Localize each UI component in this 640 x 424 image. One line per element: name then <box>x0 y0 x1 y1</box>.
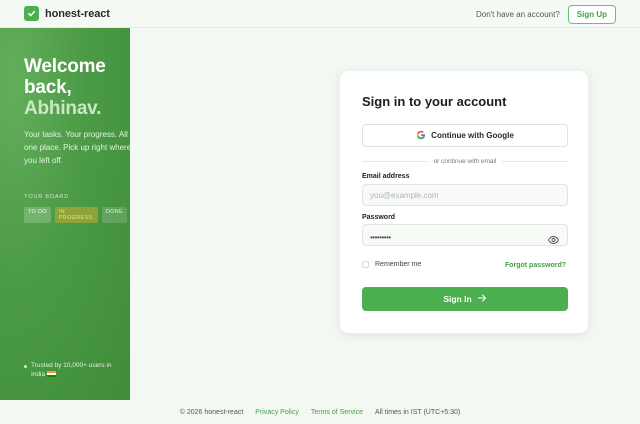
india-flag-icon <box>46 371 56 378</box>
welcome-line-1: Welcome <box>24 56 106 77</box>
user-name: Abhinav. <box>24 98 102 119</box>
google-icon <box>416 130 426 142</box>
welcome-panel: Welcome back, Abhinav. Your tasks. Your … <box>0 28 130 400</box>
tag-todo: TO DO <box>24 207 51 223</box>
or-divider: or continue with email <box>362 156 568 166</box>
google-sign-in-button[interactable]: Continue with Google <box>362 124 568 147</box>
sign-in-label: Sign In <box>443 294 472 304</box>
privacy-policy-link[interactable]: Privacy Policy <box>255 409 299 416</box>
bullet-dot-icon <box>24 365 27 368</box>
account-prompt: Don't have an account? <box>475 10 560 19</box>
brand-logo[interactable]: honest-react <box>24 6 110 21</box>
trusted-badge: Trusted by 10,000+ users in India <box>24 361 114 379</box>
sign-in-title: Sign in to your account <box>362 94 507 109</box>
eye-icon[interactable] <box>547 231 560 244</box>
welcome-heading: Welcome back, Abhinav. <box>24 56 130 119</box>
check-icon <box>24 6 39 21</box>
forgot-password-link[interactable]: Forgot password? <box>505 262 566 269</box>
email-label: Email address <box>362 173 410 180</box>
sign-in-button[interactable]: Sign In <box>362 287 568 311</box>
welcome-subtitle: Your tasks. Your progress. All in one pl… <box>24 130 130 165</box>
sign-in-card: Sign in to your account Continue with Go… <box>339 70 589 334</box>
remember-me-label: Remember me <box>375 261 422 268</box>
google-button-label: Continue with Google <box>431 131 514 140</box>
header-actions: Don't have an account? Sign Up <box>476 5 616 24</box>
board-tags: TO DO IN PROGRESS DONE <box>24 207 127 223</box>
trusted-text: Trusted by 10,000+ users in India <box>31 362 112 378</box>
email-field[interactable] <box>362 184 568 206</box>
password-mask: ••••••••• <box>370 233 391 242</box>
password-field[interactable] <box>362 224 568 246</box>
remember-me-checkbox[interactable]: Remember me <box>362 261 421 268</box>
tag-done: DONE <box>101 207 127 223</box>
brand-name: honest-react <box>45 7 110 20</box>
trusted-text-wrap: Trusted by 10,000+ users in India <box>31 361 114 379</box>
divider-line-left <box>362 160 428 162</box>
tag-in-progress: IN PROGRESS <box>54 207 98 223</box>
sign-up-button[interactable]: Sign Up <box>567 5 616 24</box>
footer: © 2026 honest-react Privacy Policy Terms… <box>0 400 640 424</box>
timezone-note: All times in IST (UTC+5:30) <box>374 408 461 416</box>
top-bar: honest-react Don't have an account? Sign… <box>0 0 640 28</box>
divider-line-right <box>502 160 568 162</box>
welcome-line-2: back, <box>24 77 72 98</box>
password-label: Password <box>362 214 396 221</box>
divider-text: or continue with email <box>433 157 497 165</box>
board-label: YOUR BOARD <box>24 194 69 200</box>
arrow-right-icon <box>477 294 487 304</box>
terms-of-service-link[interactable]: Terms of Service <box>311 409 363 416</box>
checkbox-box[interactable] <box>362 261 369 268</box>
copyright: © 2026 honest-react <box>179 408 244 416</box>
